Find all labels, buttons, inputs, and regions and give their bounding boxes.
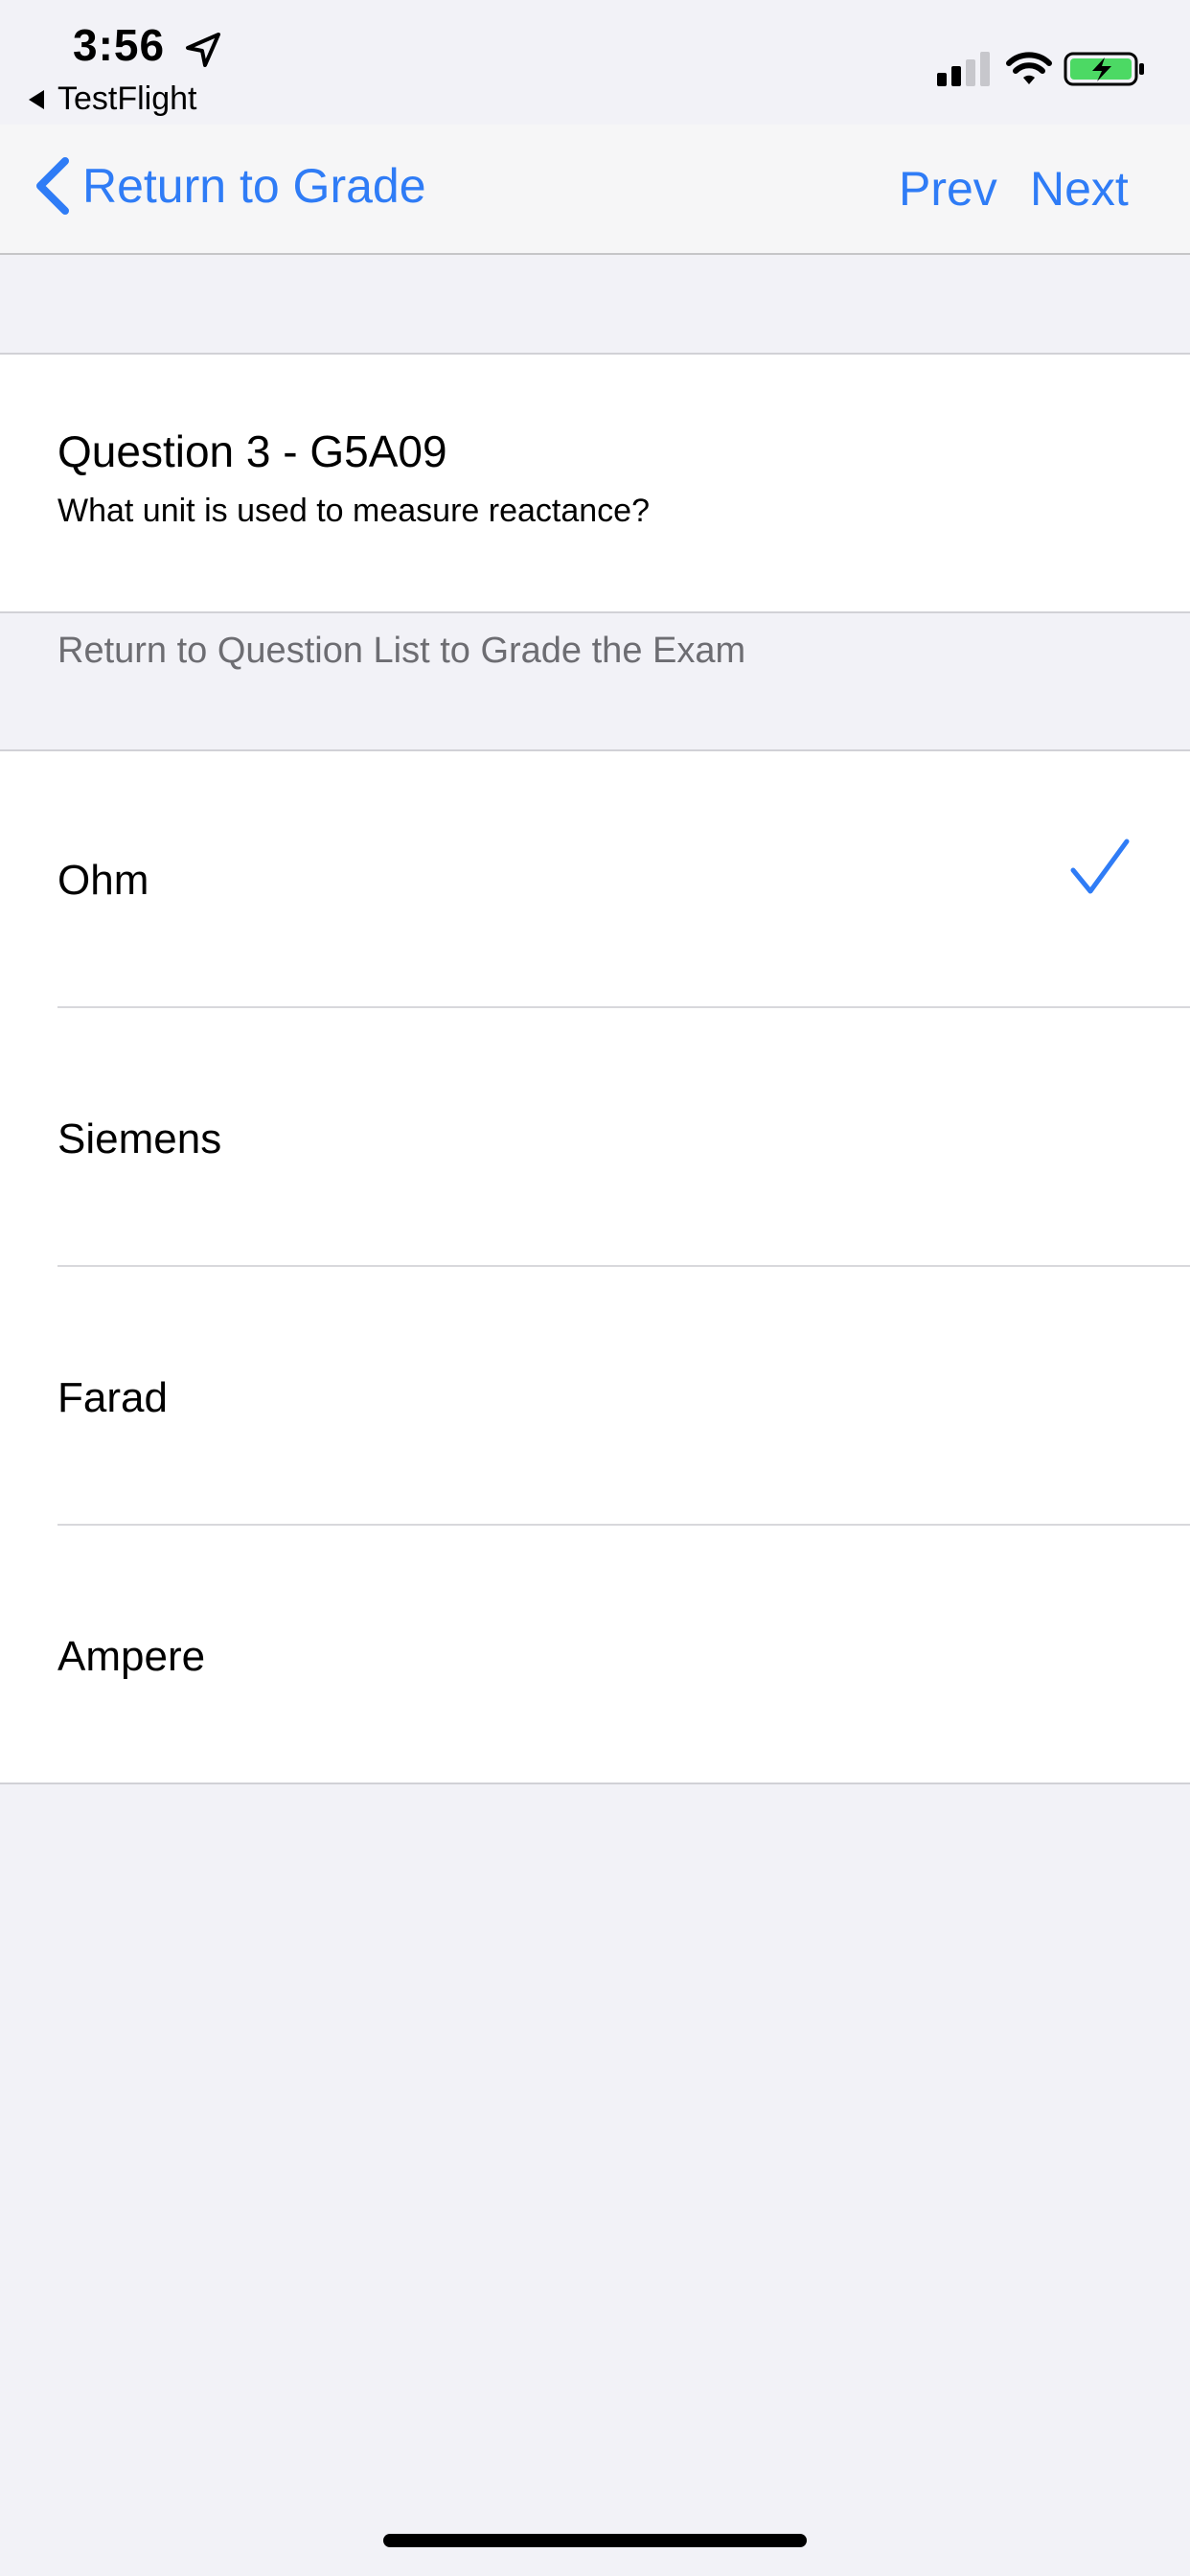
back-to-app-link[interactable]: TestFlight [29, 80, 197, 118]
return-to-grade-button[interactable]: Return to Grade [33, 155, 426, 217]
answer-row-siemens[interactable]: Siemens [0, 1010, 1190, 1267]
prev-button[interactable]: Prev [899, 161, 997, 217]
row-separator [57, 1524, 1190, 1526]
navigation-bar: Return to Grade Prev Next [0, 125, 1190, 255]
answer-row-ampere[interactable]: Ampere [0, 1528, 1190, 1784]
return-to-grade-label: Return to Grade [82, 159, 426, 213]
answer-row-ohm[interactable]: Ohm [0, 751, 1190, 1008]
section-header: Return to Question List to Grade the Exa… [57, 631, 746, 671]
answer-label: Siemens [57, 1116, 222, 1162]
status-bar: 3:56 TestFlight [0, 0, 1190, 125]
location-arrow-icon [186, 33, 220, 67]
cellular-signal-icon [937, 52, 990, 86]
question-text: What unit is used to measure reactance? [57, 493, 650, 529]
back-app-label: TestFlight [57, 80, 197, 117]
back-triangle-icon [29, 89, 44, 109]
row-separator [57, 1006, 1190, 1008]
answer-label: Farad [57, 1374, 168, 1421]
wifi-icon [1006, 52, 1052, 84]
answer-list: Ohm Siemens Farad Ampere [0, 749, 1190, 1784]
chevron-left-icon [36, 157, 69, 215]
row-separator [57, 1265, 1190, 1267]
answer-row-farad[interactable]: Farad [0, 1269, 1190, 1526]
status-time: 3:56 [73, 20, 166, 70]
home-indicator[interactable] [383, 2534, 807, 2547]
checkmark-icon [1070, 839, 1130, 894]
answer-label: Ohm [57, 857, 149, 904]
question-card: Question 3 - G5A09 What unit is used to … [0, 353, 1190, 613]
answer-label: Ampere [57, 1633, 206, 1680]
next-button[interactable]: Next [1030, 161, 1129, 217]
battery-charging-icon [1064, 52, 1144, 86]
question-title: Question 3 - G5A09 [57, 426, 447, 476]
